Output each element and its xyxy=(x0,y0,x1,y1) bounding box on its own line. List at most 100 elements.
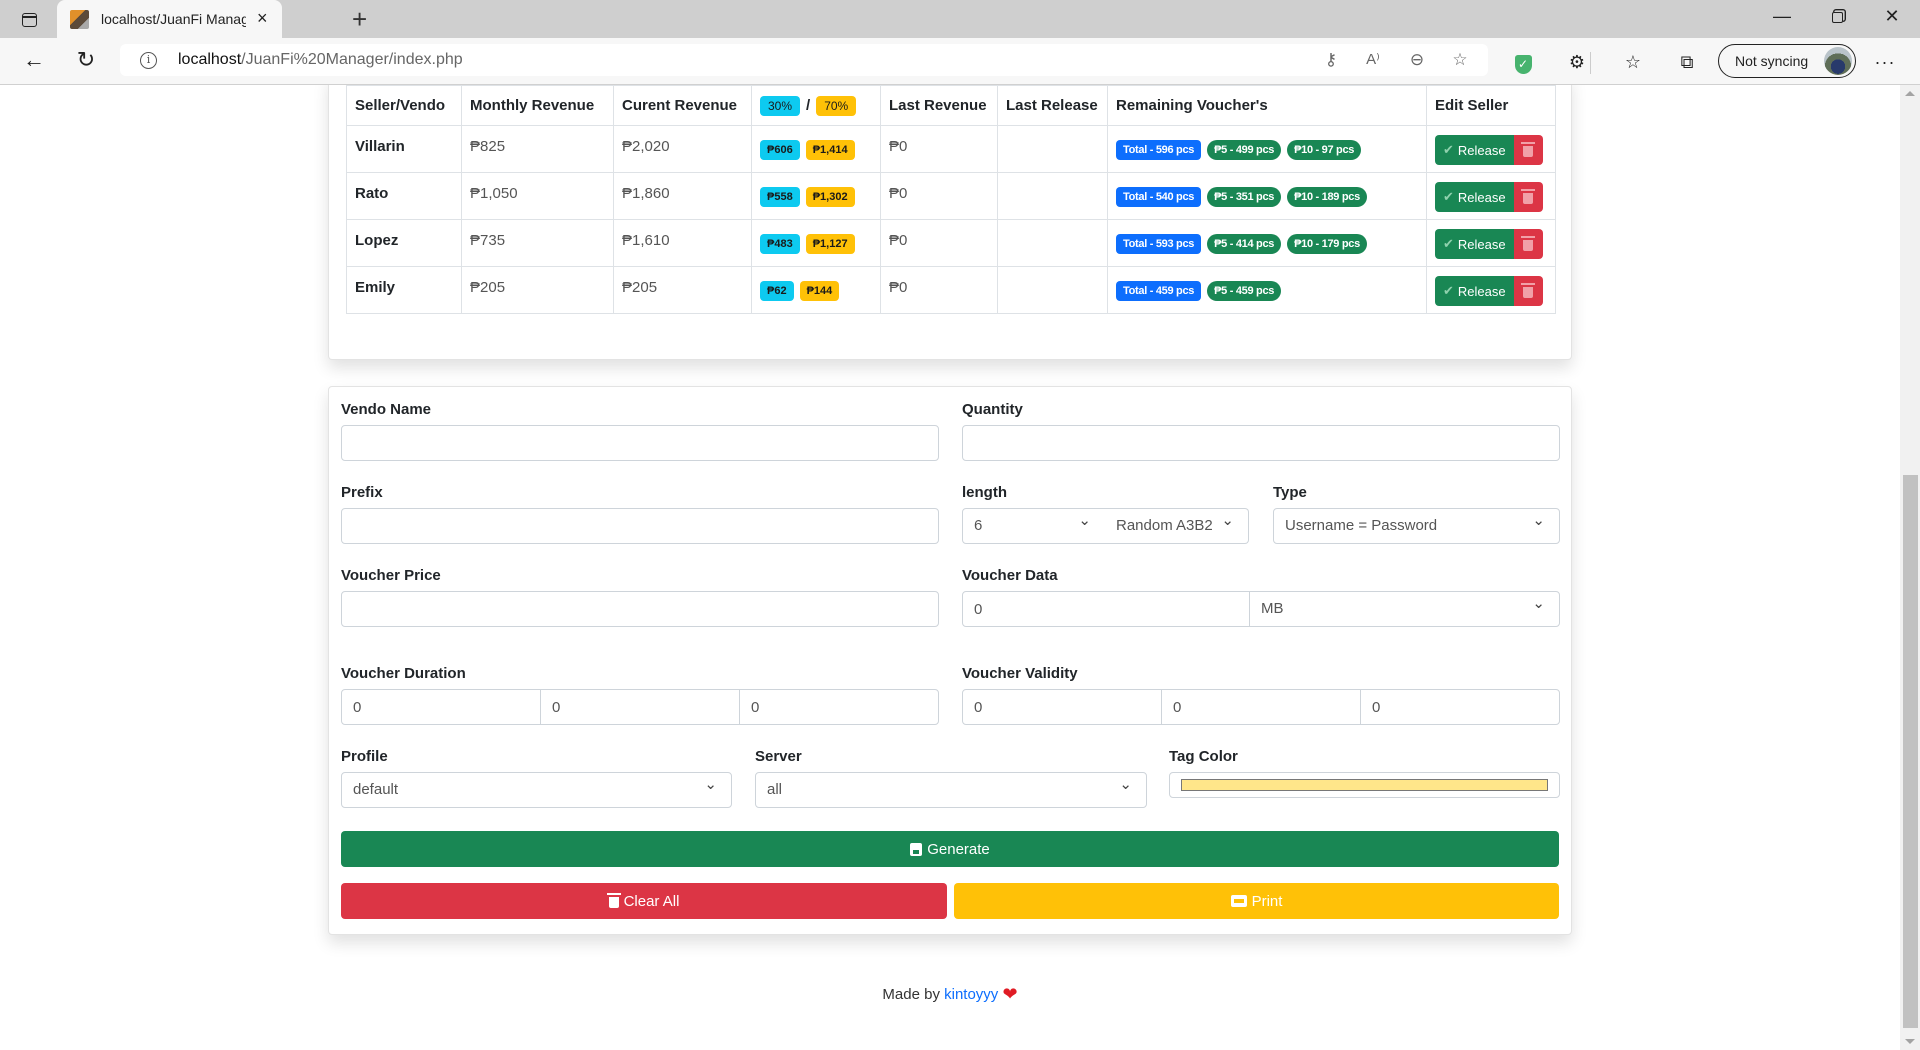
check-icon: ✔ xyxy=(1443,236,1454,251)
type-label: Type xyxy=(1273,484,1307,501)
generate-button[interactable]: Generate xyxy=(341,831,1559,867)
tag-color-picker[interactable] xyxy=(1169,772,1560,798)
collections-icon[interactable]: ⧉ xyxy=(1676,52,1698,74)
delete-seller-button[interactable] xyxy=(1513,182,1543,212)
zoom-out-icon[interactable]: ⊖ xyxy=(1406,50,1428,70)
back-button[interactable]: ← xyxy=(20,46,48,74)
validity-hours-input[interactable] xyxy=(1161,689,1361,725)
favorites-icon[interactable]: ☆ xyxy=(1622,52,1644,74)
edit-seller-actions: ✔ Release xyxy=(1426,125,1556,173)
table-header-row: Seller/Vendo Monthly Revenue Curent Reve… xyxy=(346,85,1556,126)
voucher-price-input[interactable] xyxy=(341,591,939,627)
tab-actions-button[interactable] xyxy=(18,10,40,30)
release-label: Release xyxy=(1457,283,1506,299)
length-select[interactable]: 6 xyxy=(962,504,1106,544)
share-30-badge: ₱62 xyxy=(760,281,794,301)
header-revenue-split: 30% / 70% xyxy=(751,85,881,126)
p10-vouchers-badge: ₱10 - 189 pcs xyxy=(1287,187,1367,207)
last-revenue: ₱0 xyxy=(880,266,998,314)
read-aloud-icon[interactable]: A⁾ xyxy=(1362,50,1384,68)
extensions-icon[interactable]: ⚙ xyxy=(1566,52,1588,74)
tag-color-label: Tag Color xyxy=(1169,748,1238,765)
password-key-icon[interactable]: ⚷ xyxy=(1320,50,1342,70)
share-70-badge: ₱1,127 xyxy=(805,234,855,254)
revenue-split: ₱483 ₱1,127 xyxy=(751,219,881,267)
add-favorite-icon[interactable]: ☆ xyxy=(1449,50,1471,70)
share-30-badge: ₱606 xyxy=(760,140,800,160)
profile-select[interactable]: default xyxy=(341,768,732,808)
release-button[interactable]: ✔ Release xyxy=(1435,276,1514,306)
voucher-data-input[interactable] xyxy=(962,591,1250,627)
voucher-data-unit-select[interactable]: MB xyxy=(1249,587,1560,627)
type-select[interactable]: Username = Password xyxy=(1273,504,1560,544)
quantity-label: Quantity xyxy=(962,401,1023,418)
revenue-split: ₱558 ₱1,302 xyxy=(751,172,881,220)
author-link[interactable]: kintoyyy xyxy=(944,986,998,1003)
sellers-card: Seller/Vendo Monthly Revenue Curent Reve… xyxy=(328,85,1572,360)
monthly-revenue: ₱825 xyxy=(461,125,614,173)
trash-icon xyxy=(1521,189,1536,204)
restore-icon xyxy=(1831,12,1843,23)
delete-seller-button[interactable] xyxy=(1513,135,1543,165)
url-host: localhost xyxy=(178,51,242,68)
revenue-split: ₱62 ₱144 xyxy=(751,266,881,314)
total-vouchers-badge: Total - 593 pcs xyxy=(1116,234,1202,254)
last-revenue: ₱0 xyxy=(880,219,998,267)
vendo-name-label: Vendo Name xyxy=(341,401,432,418)
quantity-input[interactable] xyxy=(962,425,1560,461)
reload-button[interactable]: ↻ xyxy=(72,46,100,74)
tab-close-button[interactable]: × xyxy=(257,8,268,28)
delete-seller-button[interactable] xyxy=(1513,229,1543,259)
last-release xyxy=(997,266,1108,314)
duration-days-input[interactable] xyxy=(341,689,541,725)
address-bar[interactable]: i localhost/JuanFi%20Manager/index.php ⚷… xyxy=(120,44,1488,76)
edit-seller-actions: ✔ Release xyxy=(1426,172,1556,220)
p5-vouchers-badge: ₱5 - 459 pcs xyxy=(1207,281,1282,301)
share-30-badge: ₱558 xyxy=(760,187,800,207)
server-select[interactable]: all xyxy=(755,768,1147,808)
scroll-up-arrow[interactable] xyxy=(1905,91,1915,96)
prefix-input[interactable] xyxy=(341,508,939,544)
p5-vouchers-badge: ₱5 - 499 pcs xyxy=(1207,140,1282,160)
seller-name: Emily xyxy=(346,266,462,314)
duration-hours-input[interactable] xyxy=(540,689,740,725)
monthly-revenue: ₱735 xyxy=(461,219,614,267)
table-row: Emily ₱205 ₱205 ₱62 ₱144 ₱0 Total - 459 p… xyxy=(346,266,1556,314)
heart-icon: ❤ xyxy=(1002,984,1018,1004)
tab-title: localhost/JuanFi Manager/index.php xyxy=(101,11,246,27)
header-remaining-vouchers: Remaining Voucher's xyxy=(1107,85,1427,126)
duration-minutes-input[interactable] xyxy=(739,689,939,725)
site-info-icon[interactable]: i xyxy=(140,52,157,69)
last-revenue: ₱0 xyxy=(880,125,998,173)
profile-sync-button[interactable]: Not syncing xyxy=(1718,44,1856,78)
close-window-button[interactable]: ✕ xyxy=(1880,6,1904,27)
print-button[interactable]: Print xyxy=(954,883,1559,919)
charset-select[interactable]: Random A3B2 xyxy=(1105,504,1249,544)
restore-button[interactable] xyxy=(1825,6,1849,28)
total-vouchers-badge: Total - 540 pcs xyxy=(1116,187,1202,207)
validity-days-input[interactable] xyxy=(962,689,1162,725)
delete-seller-button[interactable] xyxy=(1513,276,1543,306)
vendo-name-input[interactable] xyxy=(341,425,939,461)
page-scrollbar[interactable] xyxy=(1900,85,1920,1050)
toolbar-divider xyxy=(1590,52,1591,74)
current-revenue: ₱1,860 xyxy=(613,172,752,220)
adguard-extension-icon[interactable]: ✓ xyxy=(1512,52,1534,74)
url-text[interactable]: localhost/JuanFi%20Manager/index.php xyxy=(178,51,463,69)
release-button[interactable]: ✔ Release xyxy=(1435,229,1514,259)
release-button[interactable]: ✔ Release xyxy=(1435,182,1514,212)
browser-tab-active[interactable]: localhost/JuanFi Manager/index.php × xyxy=(57,0,282,38)
scroll-thumb[interactable] xyxy=(1903,475,1918,1028)
more-options-button[interactable]: ··· xyxy=(1874,52,1896,74)
total-vouchers-badge: Total - 459 pcs xyxy=(1116,281,1202,301)
current-revenue: ₱2,020 xyxy=(613,125,752,173)
validity-minutes-input[interactable] xyxy=(1360,689,1560,725)
new-tab-button[interactable]: + xyxy=(352,5,367,33)
minimize-button[interactable]: — xyxy=(1770,6,1794,27)
release-button[interactable]: ✔ Release xyxy=(1435,135,1514,165)
release-label: Release xyxy=(1457,189,1506,205)
header-last-revenue: Last Revenue xyxy=(880,85,998,126)
clear-all-button[interactable]: Clear All xyxy=(341,883,947,919)
trash-icon xyxy=(1521,142,1536,157)
scroll-down-arrow[interactable] xyxy=(1905,1039,1915,1044)
